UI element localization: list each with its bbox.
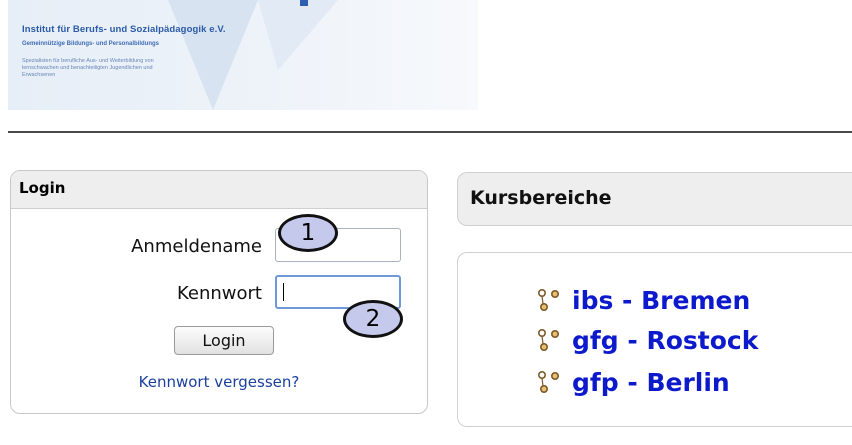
course-item[interactable]: gfg - Rostock [536, 323, 758, 357]
course-item[interactable]: gfp - Berlin [536, 365, 730, 399]
login-button[interactable]: Login [174, 326, 274, 355]
login-block: Login Anmeldename Kennwort Login Kennwor… [10, 170, 428, 414]
course-categories-list: ibs - Bremen gfg - Rostock gfp - Berlin [457, 252, 852, 427]
category-icon [537, 328, 560, 351]
course-link[interactable]: gfg - Rostock [572, 326, 758, 355]
org-name: Institut für Berufs- und Sozialpädagogik… [22, 24, 226, 35]
password-label: Kennwort [177, 283, 262, 304]
callout-2: 2 [343, 300, 403, 338]
category-icon [537, 288, 560, 311]
login-title: Login [19, 179, 66, 197]
username-label: Anmeldename [131, 236, 262, 257]
login-header: Login [11, 171, 427, 209]
logo-graphic [168, 0, 338, 110]
course-link[interactable]: gfp - Berlin [572, 368, 730, 397]
header-divider [8, 131, 852, 133]
site-logo-banner: Institut für Berufs- und Sozialpädagogik… [8, 0, 478, 110]
course-link[interactable]: ibs - Bremen [572, 286, 750, 315]
org-description: Spezialisten für berufliche Aus- und Wei… [22, 58, 154, 78]
text-caret [283, 283, 284, 301]
forgot-password-link[interactable]: Kennwort vergessen? [11, 373, 427, 391]
course-categories-header: Kursbereiche [457, 172, 852, 226]
course-categories-title: Kursbereiche [470, 187, 612, 209]
category-icon [537, 370, 560, 393]
org-subtitle: Gemeinnützige Bildungs- und Personalbild… [22, 41, 160, 47]
course-item[interactable]: ibs - Bremen [536, 283, 750, 317]
callout-1: 1 [278, 214, 338, 252]
